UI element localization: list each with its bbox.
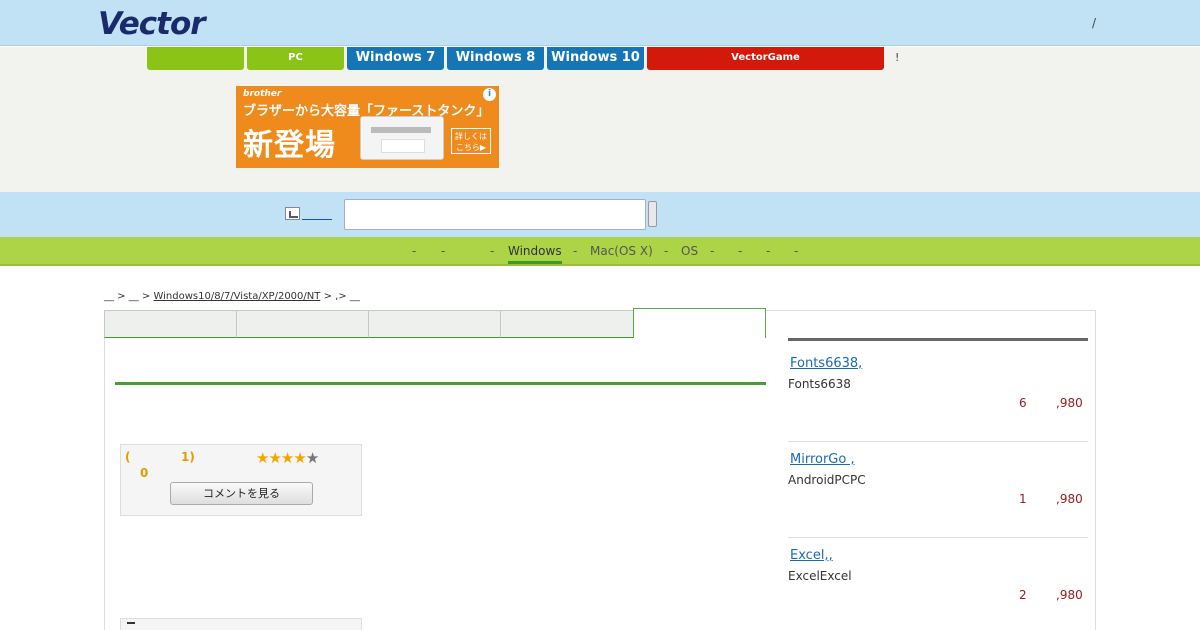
tab-windows-10[interactable]: Windows 10 <box>547 47 644 70</box>
nav-item-mac[interactable]: Mac(OS X) <box>590 244 653 258</box>
tab-windows-8[interactable]: Windows 8 <box>447 47 544 70</box>
printer-paper <box>381 139 425 153</box>
ad-details-label: 詳しくは こちら▶ <box>455 132 487 152</box>
ranking-item-price: ,980 <box>1056 396 1083 410</box>
logo-text: Vector <box>98 6 206 42</box>
breadcrumb-suffix[interactable]: > ,> __ <box>324 291 360 302</box>
tab-note: ! <box>895 51 900 64</box>
star-icon: ★ <box>293 449 306 467</box>
chart-icon[interactable] <box>285 207 300 220</box>
nav-item-3[interactable]: - <box>490 244 494 258</box>
ranking-item-rank: 2 <box>1019 588 1027 602</box>
rating-box <box>120 444 362 516</box>
content-tab-1[interactable] <box>104 310 237 338</box>
ranking-item-rank: 1 <box>1019 492 1027 506</box>
ranking-header-rule <box>788 338 1088 341</box>
nav-item-windows[interactable]: Windows <box>508 244 562 264</box>
ranking-divider <box>788 441 1088 442</box>
nav-item-os[interactable]: OS <box>681 244 698 258</box>
nav-item-9[interactable]: - <box>794 244 798 258</box>
nav-item-5[interactable]: - <box>664 244 668 258</box>
breadcrumb-os-link[interactable]: Windows10/8/7/Vista/XP/2000/NT <box>153 291 320 302</box>
star-icon: ★ <box>268 449 281 467</box>
section-divider <box>115 382 766 385</box>
breadcrumb-prefix[interactable]: __ > __ > <box>104 291 150 302</box>
search-option-link[interactable] <box>302 210 332 220</box>
content-tab-4[interactable] <box>500 310 634 338</box>
advertisement-banner[interactable]: brother ブラザーから大容量「ファーストタンク」 新登場 詳しくは こちら… <box>236 86 499 168</box>
view-comments-button[interactable]: コメントを見る <box>170 482 313 505</box>
nav-item-6[interactable]: - <box>710 244 714 258</box>
tab-category-1[interactable] <box>147 47 244 70</box>
tab-pc[interactable]: PC <box>247 47 344 70</box>
rating-zero: 0 <box>140 466 149 480</box>
rating-count: 1) <box>181 450 195 464</box>
star-empty-icon: ★ <box>305 449 319 467</box>
nav-item-4[interactable]: - <box>573 244 577 258</box>
ranking-item-title[interactable]: MirrorGo , <box>790 452 855 467</box>
nav-item-8[interactable]: - <box>766 244 770 258</box>
breadcrumb: __ > __ > Windows10/8/7/Vista/XP/2000/NT… <box>104 291 360 302</box>
tab-vectorgame[interactable]: VectorGame <box>647 47 884 70</box>
header-right-link[interactable]: / <box>1092 16 1096 30</box>
ranking-item-desc: AndroidPCPC <box>788 473 866 487</box>
ranking-item-title[interactable]: Excel,, <box>790 548 833 563</box>
ad-info-icon[interactable]: i <box>483 88 496 101</box>
ranking-item-title[interactable]: Fonts6638, <box>790 356 862 371</box>
nav-item-2[interactable]: - <box>441 244 445 258</box>
search-button[interactable] <box>648 201 657 227</box>
secondary-box-mark <box>127 622 135 624</box>
star-icon: ★ <box>256 449 269 467</box>
nav-item-1[interactable]: - <box>412 244 416 258</box>
content-tab-active[interactable] <box>633 308 766 338</box>
tab-windows-7[interactable]: Windows 7 <box>347 47 444 70</box>
star-rating: ★★★★★ <box>256 449 319 467</box>
ranking-item-price: ,980 <box>1056 492 1083 506</box>
rating-paren: ( <box>125 450 131 464</box>
ranking-item-desc: Fonts6638 <box>788 377 851 391</box>
secondary-box <box>120 618 362 630</box>
vector-logo[interactable]: Vector <box>98 6 206 42</box>
ranking-item-desc: ExcelExcel <box>788 569 852 583</box>
content-tab-3[interactable] <box>368 310 501 338</box>
star-icon: ★ <box>280 449 294 467</box>
ranking-item-price: ,980 <box>1056 588 1083 602</box>
content-tab-2[interactable] <box>236 310 369 338</box>
ad-details-button[interactable]: 詳しくは こちら▶ <box>451 128 491 154</box>
printer-image <box>360 116 444 160</box>
ad-big-text: 新登場 <box>243 128 336 163</box>
ranking-divider <box>788 537 1088 538</box>
ad-brand: brother <box>243 89 282 99</box>
search-input[interactable] <box>344 199 646 230</box>
printer-slot <box>371 127 431 133</box>
ranking-item-rank: 6 <box>1019 396 1027 410</box>
nav-item-7[interactable]: - <box>738 244 742 258</box>
